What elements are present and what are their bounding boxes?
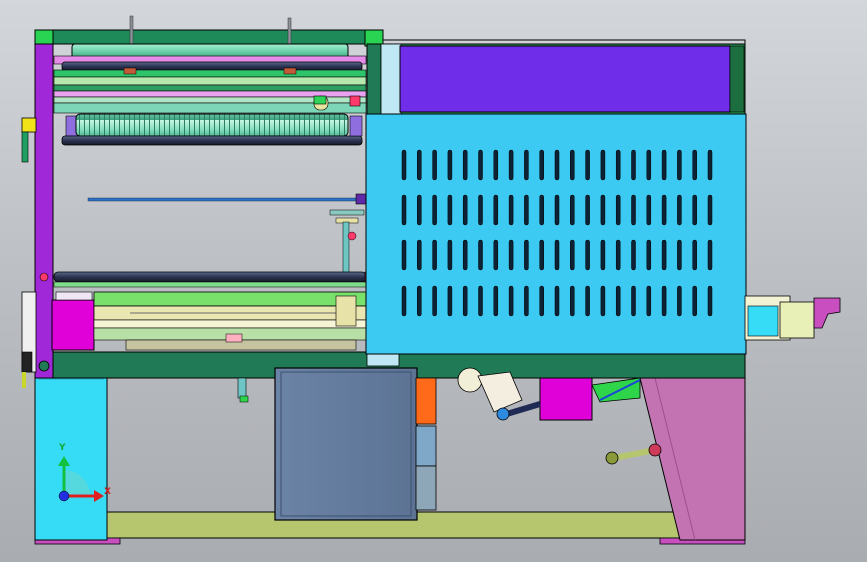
vent-slot [677,239,682,271]
cad-viewport[interactable]: Y X [0,0,867,562]
vent-slot [661,194,667,226]
vent-slot [401,149,407,181]
vent-slot [677,194,682,226]
vent-slot [600,149,606,181]
vent-slot [554,149,560,181]
vent-slot [631,149,636,181]
vent-slot [631,194,636,226]
vent-slot [401,285,407,317]
vent-slot [524,239,529,271]
left-side-plate[interactable] [21,43,54,388]
vent-slot [447,239,453,271]
lower-left-cabinet[interactable] [34,375,108,541]
vent-slot [508,194,514,226]
vent-slot [493,239,499,271]
control-box[interactable] [274,367,437,521]
vent-slot [554,285,560,317]
vent-slot [646,194,652,226]
vent-slot [462,194,468,226]
vent-slot [692,149,697,181]
vent-slot [707,285,713,317]
vent-slot [570,149,575,181]
vent-slot [539,194,544,226]
vent-slot [600,285,606,317]
vent-slot [508,285,514,317]
vent-slot [539,239,544,271]
vent-slot [417,149,422,181]
vent-slot [417,194,422,226]
vent-slot [493,149,499,181]
vent-slot [646,239,652,271]
vent-slot [493,194,499,226]
machine-model[interactable] [0,0,867,562]
vent-slot [600,239,606,271]
vent-slot [524,285,529,317]
vent-slot [554,194,560,226]
lower-roller[interactable] [53,271,376,288]
vent-slot [417,285,422,317]
vent-slot [493,285,499,317]
vent-slot [692,194,697,226]
vent-slot [646,149,652,181]
vent-slot [401,239,407,271]
guide-shaft[interactable] [87,193,389,283]
vent-slot [432,149,437,181]
vent-slot [447,149,453,181]
vent-slot [524,149,529,181]
vent-slot [600,194,606,226]
vent-slot [661,149,667,181]
vent-slot [432,239,437,271]
vent-slot [447,285,453,317]
vent-slot [615,194,621,226]
vent-slot [661,285,667,317]
vent-slot [677,149,682,181]
vent-slot [631,239,636,271]
vent-slot [707,194,713,226]
access-panel[interactable] [365,113,747,355]
vent-slot [432,194,437,226]
vent-slot [478,239,483,271]
vent-slot [585,194,590,226]
vent-slot [539,149,544,181]
vent-slot [707,149,713,181]
vent-slot [447,194,453,226]
vent-slot [478,285,483,317]
vent-slot [432,285,437,317]
vent-slot [462,285,468,317]
vent-slot [585,149,590,181]
top-right-housing[interactable] [380,43,746,117]
vent-slot [631,285,636,317]
vent-slot [417,239,422,271]
triad-y-label: Y [59,443,66,453]
vent-slot [539,285,544,317]
vent-slot [585,285,590,317]
vent-slot [570,285,575,317]
vent-slot [692,285,697,317]
vent-slot [707,239,713,271]
vent-slot [508,239,514,271]
vent-slot [570,239,575,271]
vent-slot [677,285,682,317]
vent-slot [615,285,621,317]
vent-slot [692,239,697,271]
slide-rail-assembly[interactable] [51,291,367,351]
vent-slot [570,194,575,226]
vent-slot [462,149,468,181]
vent-slot [478,149,483,181]
vent-slot [615,149,621,181]
vent-slot [478,194,483,226]
vent-slot [462,239,468,271]
vent-slot [554,239,560,271]
vent-slot [615,239,621,271]
vent-slot [646,285,652,317]
vent-slot [524,194,529,226]
vent-slot [661,239,667,271]
vent-slot [401,194,407,226]
vent-slot [508,149,514,181]
triad-x-label: X [104,487,111,497]
vent-slot [585,239,590,271]
output-bracket[interactable] [744,295,841,341]
